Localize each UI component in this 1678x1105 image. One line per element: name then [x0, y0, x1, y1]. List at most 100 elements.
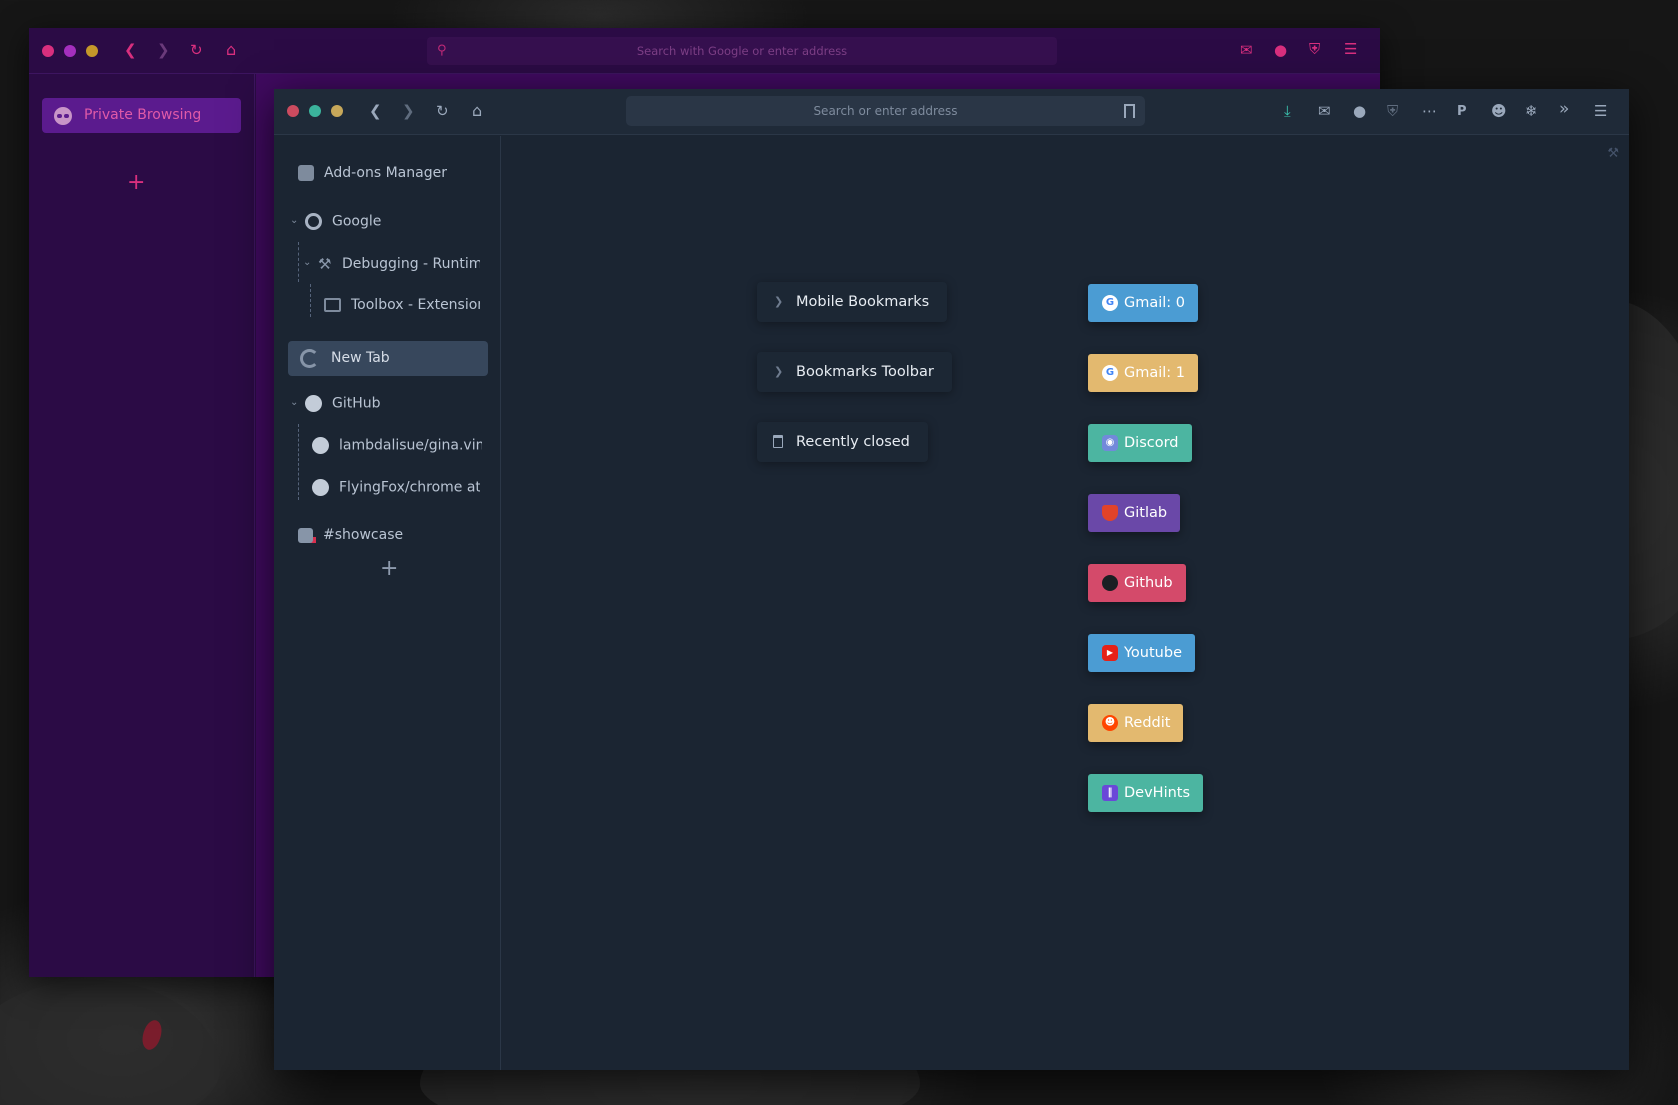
main-toolbar: ❮ ❯ ↻ ⌂ Search or enter address ⤓ ✉ ● ⛨ … [274, 89, 1629, 135]
github-icon [305, 395, 322, 412]
google-icon [305, 213, 322, 230]
bookmark-github[interactable]: Github [1088, 564, 1186, 602]
account-icon[interactable]: ● [1353, 104, 1366, 119]
folder-recently-closed[interactable]: Recently closed [757, 422, 928, 462]
back-icon[interactable]: ❮ [124, 43, 137, 58]
bookmark-label: Gmail: 1 [1124, 365, 1186, 381]
bookmark-label: Discord [1124, 435, 1179, 451]
private-browsing-tab[interactable]: Private Browsing [42, 98, 241, 133]
sidebar-item-flyingfox[interactable]: FlyingFox/chrome at m [312, 479, 480, 496]
bookmark-gitlab[interactable]: Gitlab [1088, 494, 1181, 532]
bookmark-discord[interactable]: ◉ Discord [1088, 424, 1192, 462]
collapse-caret-icon[interactable]: ⌄ [303, 257, 311, 268]
account-icon[interactable]: ● [1274, 43, 1287, 58]
add-tab-button[interactable]: + [127, 170, 145, 195]
inbox-icon[interactable]: ✉ [1240, 43, 1253, 58]
search-icon: ⚲ [437, 43, 447, 58]
private-url-bar[interactable]: ⚲ Search with Google or enter address [427, 37, 1057, 65]
sidebar-item-debugging[interactable]: ⚒ Debugging - Runtime / [318, 255, 480, 273]
minimize-dot[interactable] [64, 45, 76, 57]
tree-guide-line [310, 284, 311, 317]
background-leaf [0, 980, 220, 1105]
download-icon[interactable]: ⤓ [1284, 104, 1291, 119]
reddit-icon: ☻ [1102, 715, 1118, 731]
sidebar-item-addons[interactable]: Add-ons Manager [298, 165, 447, 181]
sidebar-item-label: Toolbox - Extension / [351, 297, 480, 313]
more-icon[interactable]: ⋯ [1422, 104, 1437, 119]
sidebar-item-showcase[interactable]: #showcase [298, 527, 403, 543]
bookmark-star-icon[interactable] [1124, 104, 1135, 122]
trash-icon [773, 435, 783, 448]
wrench-icon: ⚒ [318, 255, 332, 273]
folder-bookmarks-toolbar[interactable]: ❯ Bookmarks Toolbar [757, 352, 952, 392]
folder-mobile-bookmarks[interactable]: ❯ Mobile Bookmarks [757, 282, 948, 322]
sidebar-item-google[interactable]: Google [305, 213, 381, 230]
private-toolbar: ❮ ❯ ↻ ⌂ ⚲ Search with Google or enter ad… [29, 28, 1380, 74]
ghost-icon[interactable]: ☻ [1491, 104, 1507, 119]
menu-icon[interactable]: ☰ [1594, 104, 1607, 119]
sidebar-item-label: #showcase [323, 527, 404, 543]
collapse-caret-icon[interactable]: ⌄ [290, 397, 298, 408]
bookmark-gmail-0[interactable]: G Gmail: 0 [1088, 284, 1199, 322]
folder-label: Recently closed [796, 434, 910, 450]
new-tab-page: ⚒ ❯ Mobile Bookmarks ❯ Bookmarks Toolbar… [502, 136, 1629, 1070]
bookmark-label: Gitlab [1124, 505, 1168, 521]
sidebar-item-label: Debugging - Runtime / [342, 256, 480, 272]
add-tab-button[interactable]: + [380, 556, 398, 581]
shield-icon[interactable]: ⛨ [1387, 104, 1398, 119]
close-dot[interactable] [42, 45, 54, 57]
discord-icon: ◉ [1102, 435, 1118, 451]
reload-icon[interactable]: ↻ [190, 43, 203, 58]
customize-wrench-icon[interactable]: ⚒ [1607, 146, 1619, 161]
home-icon[interactable]: ⌂ [226, 42, 236, 58]
bookmark-youtube[interactable]: ▶ Youtube [1088, 634, 1195, 672]
sidebar-item-github[interactable]: GitHub [305, 395, 381, 412]
puzzle-icon [298, 165, 314, 181]
sidebar-item-gina-vim[interactable]: lambdalisue/gina.vim: [312, 437, 482, 454]
chat-icon [298, 527, 313, 543]
bookmark-label: Youtube [1124, 645, 1182, 661]
chevron-right-icon: ❯ [774, 365, 784, 378]
folder-label: Bookmarks Toolbar [796, 364, 934, 380]
main-browser-window: ❮ ❯ ↻ ⌂ Search or enter address ⤓ ✉ ● ⛨ … [274, 89, 1629, 1070]
main-url-bar[interactable]: Search or enter address [626, 96, 1145, 126]
close-dot[interactable] [287, 105, 299, 117]
maximize-dot[interactable] [331, 105, 343, 117]
url-placeholder: Search or enter address [813, 104, 958, 118]
reload-icon[interactable]: ↻ [436, 104, 449, 119]
overflow-icon[interactable]: » [1559, 101, 1569, 118]
gitlab-icon [1102, 505, 1118, 521]
bookmark-reddit[interactable]: ☻ Reddit [1088, 704, 1184, 742]
tree-guide-line [298, 242, 299, 282]
tree-guide-line [298, 424, 299, 500]
youtube-icon: ▶ [1102, 645, 1118, 661]
bookmark-devhints[interactable]: ‖ DevHints [1088, 774, 1204, 812]
sidebar-item-new-tab[interactable]: New Tab [288, 341, 488, 376]
bookmark-label: Reddit [1124, 715, 1171, 731]
sidebar-item-label: lambdalisue/gina.vim: [339, 437, 482, 454]
bookmark-label: Github [1124, 575, 1173, 591]
menu-icon[interactable]: ☰ [1344, 42, 1357, 57]
private-browsing-label: Private Browsing [84, 107, 202, 123]
sidebar-item-label: FlyingFox/chrome at m [339, 479, 480, 496]
url-placeholder: Search with Google or enter address [636, 44, 848, 58]
inbox-icon[interactable]: ✉ [1318, 104, 1331, 119]
chevron-right-icon: ❯ [774, 295, 784, 308]
bookmark-gmail-1[interactable]: G Gmail: 1 [1088, 354, 1199, 392]
maximize-dot[interactable] [86, 45, 98, 57]
forward-icon[interactable]: ❯ [157, 43, 170, 58]
plugin-icon[interactable]: ❄ [1525, 104, 1538, 119]
bookmark-label: DevHints [1124, 785, 1191, 801]
home-icon[interactable]: ⌂ [472, 103, 482, 119]
pocket-icon[interactable]: P [1457, 104, 1467, 119]
sidebar-item-toolbox[interactable]: Toolbox - Extension / [324, 297, 480, 313]
back-icon[interactable]: ❮ [369, 104, 382, 119]
shield-icon[interactable]: ⛨ [1309, 42, 1320, 57]
minimize-dot[interactable] [309, 105, 321, 117]
collapse-caret-icon[interactable]: ⌄ [290, 215, 298, 226]
forward-icon[interactable]: ❯ [402, 104, 415, 119]
github-icon [1102, 575, 1118, 591]
firefox-icon [300, 349, 319, 368]
github-icon [312, 479, 329, 496]
private-sidebar: Private Browsing + [29, 74, 255, 977]
